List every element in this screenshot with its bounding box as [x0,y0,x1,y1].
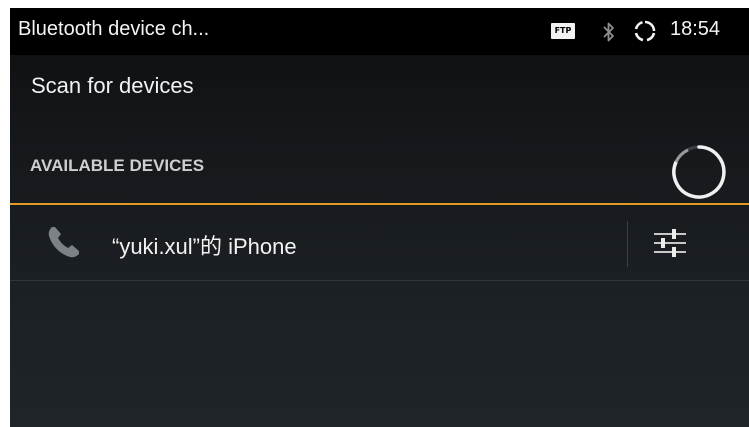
sync-icon [633,19,657,43]
scan-for-devices-label: Scan for devices [31,73,194,98]
available-devices-title: AVAILABLE DEVICES [30,156,205,175]
ftp-icon: FTP [551,23,575,39]
settings-sliders-icon [654,229,686,257]
device-name: “yuki.xul”的 iPhone [112,234,297,259]
row-separator [627,221,628,267]
scan-for-devices-button[interactable]: Scan for devices [10,55,749,117]
status-bar-title: Bluetooth device ch... [18,18,210,40]
bluetooth-settings-screen: Bluetooth device ch... FTP 18:54 Scan fo… [10,8,749,427]
status-bar: Bluetooth device ch... FTP 18:54 [10,8,749,55]
clock: 18:54 [670,18,721,40]
phone-icon [44,222,84,262]
progress-spinner-icon [670,143,728,201]
device-settings-button[interactable] [640,215,698,271]
available-devices-header: AVAILABLE DEVICES [10,139,749,203]
bluetooth-icon [601,20,617,44]
row-divider [10,280,749,281]
device-list-item[interactable]: “yuki.xul”的 iPhone [10,205,749,280]
